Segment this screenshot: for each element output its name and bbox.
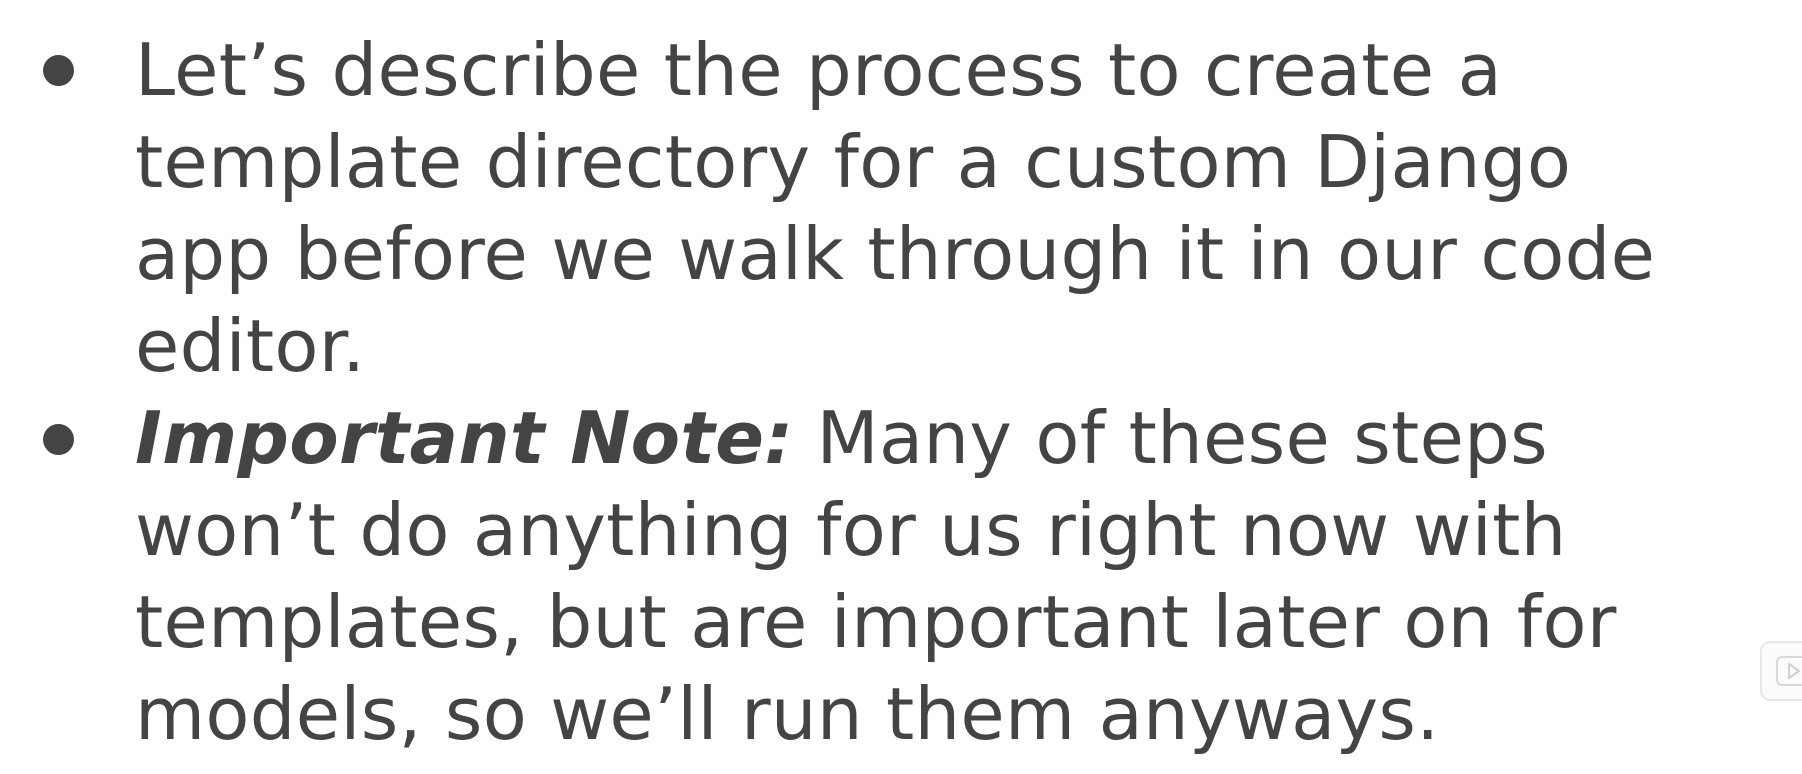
bullet-dot (43, 424, 74, 455)
bullet-text-line: editor. (135, 304, 366, 388)
bullet-text-line: won’t do anything for us right now with (135, 488, 1567, 572)
bullet-text-line: Let’s describe the process to create a (135, 28, 1502, 112)
bullet-dot (43, 55, 74, 86)
play-icon (1776, 656, 1802, 686)
important-note-label: Important Note: (135, 396, 794, 480)
slide: Let’s describe the process to create a t… (0, 0, 1802, 774)
bullet-text-line: templates, but are important later on fo… (135, 580, 1617, 664)
important-note-text: Many of these steps (793, 396, 1548, 480)
player-control-button[interactable] (1760, 641, 1802, 701)
bullet-text-line: template directory for a custom Django (135, 120, 1572, 204)
bullet-text-line: app before we walk through it in our cod… (135, 212, 1656, 296)
bullet-text-line: models, so we’ll run them anyways. (135, 672, 1440, 756)
bullet-text-line: Important Note: Many of these steps (135, 392, 1548, 484)
